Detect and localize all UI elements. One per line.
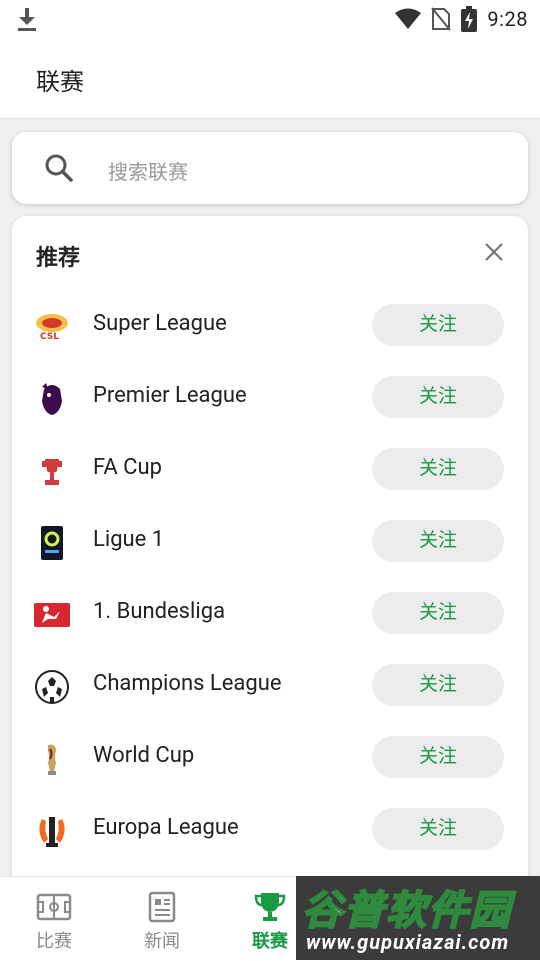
list-item[interactable]: Ligue 1 关注 bbox=[12, 505, 528, 577]
league-name: Ligue 1 bbox=[93, 527, 165, 552]
app-bar: 联赛 bbox=[0, 38, 540, 119]
pitch-icon bbox=[36, 893, 72, 921]
download-icon bbox=[18, 8, 36, 31]
recommend-card: 推荐 CSL Super League 关注 Premier League 关注 bbox=[12, 216, 528, 896]
tab-matches[interactable]: 比赛 bbox=[0, 877, 108, 961]
follow-button[interactable]: 关注 bbox=[372, 808, 504, 850]
recommend-heading: 推荐 bbox=[36, 246, 81, 271]
tab-news[interactable]: 新闻 bbox=[108, 877, 216, 961]
watermark-title: 谷普软件园 bbox=[301, 886, 512, 935]
list-item[interactable]: World Cup 关注 bbox=[12, 721, 528, 793]
champions-league-ball-logo bbox=[35, 670, 69, 704]
follow-button[interactable]: 关注 bbox=[372, 304, 504, 346]
europa-league-trophy-logo bbox=[39, 817, 65, 847]
league-name: World Cup bbox=[93, 743, 195, 768]
league-name: Super League bbox=[93, 311, 227, 336]
league-name: Europa League bbox=[93, 815, 239, 840]
list-item[interactable]: 1. Bundesliga 关注 bbox=[12, 577, 528, 649]
follow-button[interactable]: 关注 bbox=[372, 664, 504, 706]
follow-button[interactable]: 关注 bbox=[372, 592, 504, 634]
follow-button[interactable]: 关注 bbox=[372, 736, 504, 778]
list-item[interactable]: Premier League 关注 bbox=[12, 361, 528, 433]
watermark-url: www.gupuxiazai.com bbox=[306, 930, 510, 954]
list-item[interactable]: Champions League 关注 bbox=[12, 649, 528, 721]
list-item[interactable]: FA Cup 关注 bbox=[12, 433, 528, 505]
list-item[interactable]: Europa League 关注 bbox=[12, 793, 528, 865]
ligue1-logo bbox=[41, 526, 63, 560]
league-name: 1. Bundesliga bbox=[93, 599, 226, 624]
premier-league-lion-logo bbox=[42, 383, 62, 415]
search-icon bbox=[45, 154, 73, 182]
csl-logo: CSL bbox=[36, 314, 68, 342]
battery-charging-icon bbox=[461, 6, 478, 32]
trophy-icon bbox=[254, 893, 286, 921]
no-sim-icon bbox=[431, 7, 452, 31]
follow-button[interactable]: 关注 bbox=[372, 520, 504, 562]
svg-text:CSL: CSL bbox=[40, 332, 59, 342]
page-title: 联赛 bbox=[36, 68, 84, 96]
league-name: Premier League bbox=[93, 383, 247, 408]
status-time: 9:28 bbox=[487, 7, 528, 31]
list-item[interactable]: CSL Super League 关注 bbox=[12, 289, 528, 361]
bundesliga-logo bbox=[34, 603, 70, 627]
watermark: 谷普软件园 www.gupuxiazai.com bbox=[296, 876, 540, 960]
wifi-icon bbox=[395, 8, 422, 29]
news-icon bbox=[148, 891, 176, 923]
search-bar[interactable]: 搜索联赛 bbox=[12, 132, 528, 204]
close-icon[interactable] bbox=[482, 240, 506, 264]
tab-label: 比赛 bbox=[36, 931, 72, 952]
status-bar: 9:28 bbox=[0, 0, 540, 38]
search-input[interactable]: 搜索联赛 bbox=[108, 156, 188, 185]
tab-label: 新闻 bbox=[144, 931, 180, 952]
follow-button[interactable]: 关注 bbox=[372, 448, 504, 490]
league-name: FA Cup bbox=[93, 455, 162, 480]
world-cup-trophy-logo bbox=[48, 744, 56, 775]
fa-cup-trophy-logo bbox=[42, 459, 62, 485]
follow-button[interactable]: 关注 bbox=[372, 376, 504, 418]
league-name: Champions League bbox=[93, 671, 282, 696]
